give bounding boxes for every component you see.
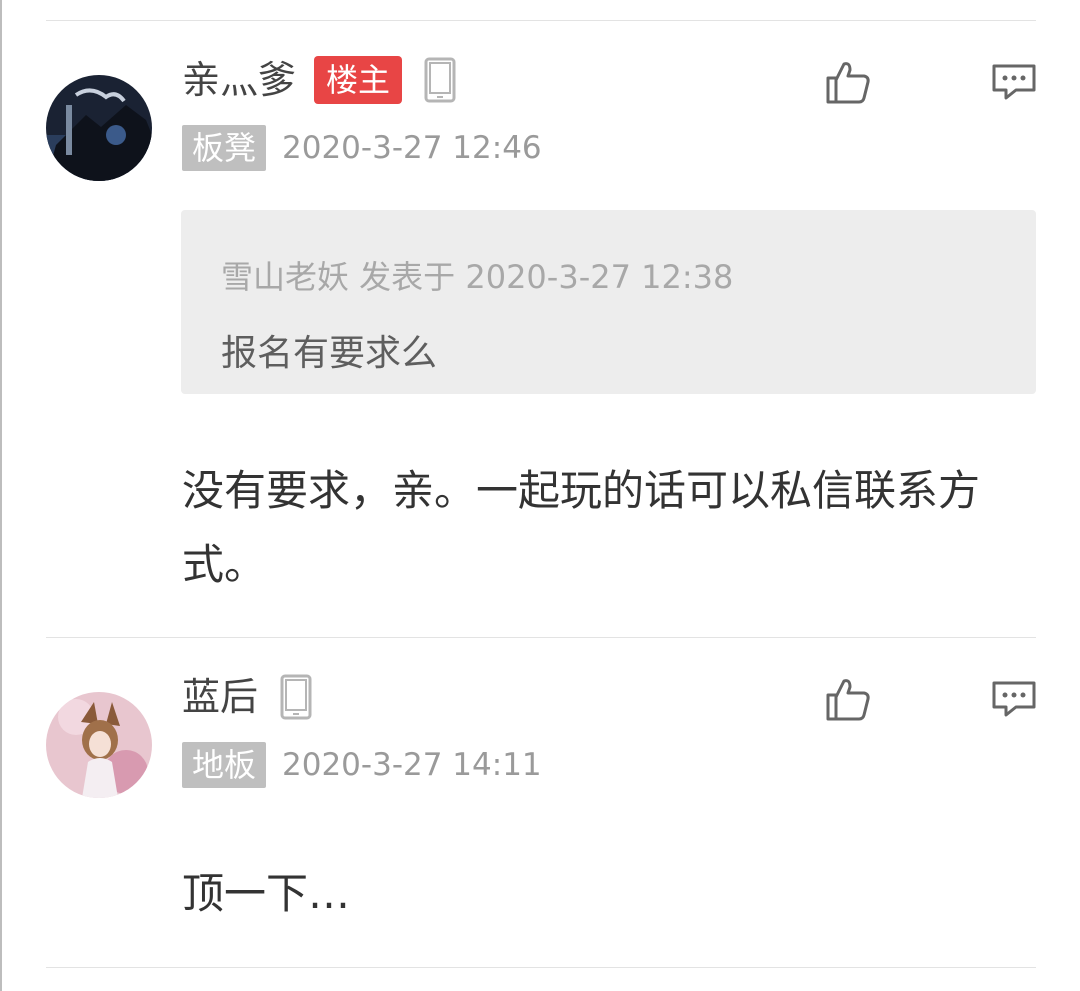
phone-icon xyxy=(280,674,312,720)
comment-content: 没有要求，亲。一起玩的话可以私信联系方式。 xyxy=(182,466,981,589)
author-line: 亲灬爹 楼主 xyxy=(182,52,456,108)
author-line: 蓝后 xyxy=(182,669,312,725)
phone-icon xyxy=(424,57,456,103)
comment-item: 亲灬爹 楼主 板凳 2020-3-27 12:46 雪山老妖 发表于 2020-… xyxy=(0,0,1080,637)
avatar[interactable] xyxy=(46,692,152,798)
quote-text: 报名有要求么 xyxy=(221,333,438,374)
floor-badge: 板凳 xyxy=(182,125,267,171)
floor-badge: 地板 xyxy=(182,742,267,788)
quote-header: 雪山老妖 发表于 2020-3-27 12:38 xyxy=(221,258,734,296)
comment-item: 蓝后 地板 2020-3-27 14:11 顶一下… xyxy=(0,637,1080,967)
quote-box: 雪山老妖 发表于 2020-3-27 12:38 报名有要求么 xyxy=(181,210,1036,394)
avatar[interactable] xyxy=(46,75,152,181)
meta-line: 板凳 2020-3-27 12:46 xyxy=(182,124,542,172)
reply-icon[interactable] xyxy=(990,679,1038,719)
author-name[interactable]: 亲灬爹 xyxy=(182,52,296,108)
divider xyxy=(46,967,1036,968)
op-badge: 楼主 xyxy=(314,56,403,104)
reply-icon[interactable] xyxy=(990,62,1038,102)
comment-content: 顶一下… xyxy=(182,869,351,918)
timestamp: 2020-3-27 14:11 xyxy=(282,747,542,783)
author-name[interactable]: 蓝后 xyxy=(182,669,258,725)
timestamp: 2020-3-27 12:46 xyxy=(282,130,542,166)
like-icon[interactable] xyxy=(824,675,872,723)
meta-line: 地板 2020-3-27 14:11 xyxy=(182,741,542,789)
like-icon[interactable] xyxy=(824,58,872,106)
